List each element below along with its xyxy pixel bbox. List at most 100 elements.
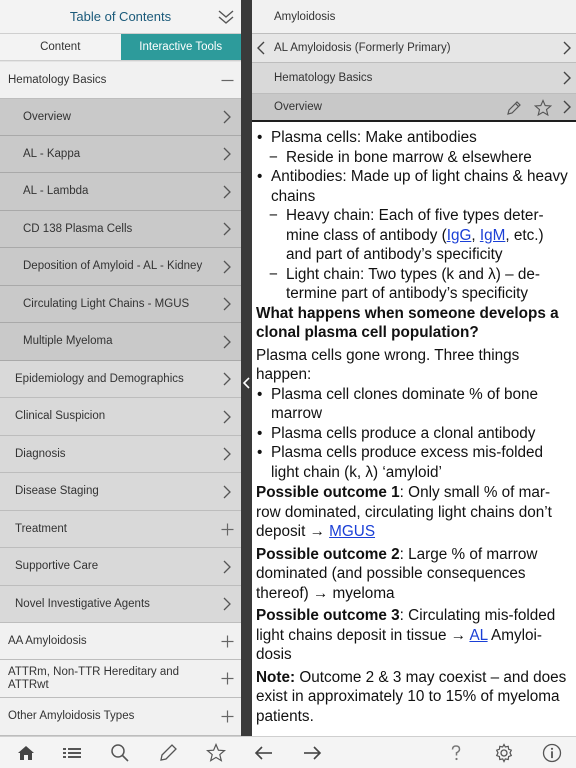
chevron-right-icon[interactable] [213, 473, 241, 510]
toc-item[interactable]: Epidemiology and Demographics [0, 361, 241, 398]
toc-item[interactable]: Multiple Myeloma [0, 323, 241, 361]
chevron-right-icon[interactable] [562, 99, 572, 115]
chevron-right-icon[interactable] [213, 361, 241, 397]
link-igm[interactable]: IgM [480, 227, 506, 244]
link-al[interactable]: AL [469, 627, 487, 644]
minus-icon[interactable] [213, 62, 241, 98]
gear-icon[interactable] [494, 743, 514, 763]
collapse-chevron-icon[interactable] [217, 7, 235, 27]
star-icon[interactable] [206, 743, 226, 763]
chevron-right-icon[interactable] [213, 323, 241, 360]
chevron-right-icon[interactable] [213, 286, 241, 322]
breadcrumb-label: Hematology Basics [274, 72, 373, 84]
toc-item[interactable]: AL - Lambda [0, 173, 241, 211]
chevron-right-icon[interactable] [213, 173, 241, 210]
table-of-contents-panel: Table of Contents Content Interactive To… [0, 0, 241, 736]
chevron-right-icon[interactable] [213, 248, 241, 285]
breadcrumb-label: Amyloidosis [274, 10, 336, 23]
toc-item-label: Novel Investigative Agents [15, 597, 150, 610]
back-arrow-icon[interactable] [254, 743, 274, 763]
chevron-right-icon[interactable] [213, 436, 241, 472]
toc-item[interactable]: ATTRm, Non-TTR Hereditary and ATTRwt [0, 660, 241, 698]
section-heading: What happens when someone develops a clo… [256, 304, 559, 342]
panel-divider[interactable] [241, 0, 252, 736]
plus-icon[interactable] [213, 698, 241, 735]
toc-item-label: Other Amyloidosis Types [8, 710, 135, 723]
toc-item-label: Supportive Care [15, 560, 99, 573]
bullet-text: Light chain: Two types (k and λ) – de-te… [286, 265, 540, 303]
plus-icon[interactable] [213, 623, 241, 659]
toc-item[interactable]: Circulating Light Chains - MGUS [0, 286, 241, 323]
info-icon[interactable] [542, 743, 562, 763]
chevron-right-icon[interactable] [213, 398, 241, 435]
breadcrumb-overview[interactable]: Overview [252, 94, 576, 122]
toc-item[interactable]: Disease Staging [0, 473, 241, 511]
sub-bullet-reside: Reside in bone marrow & elsewhere [256, 148, 572, 168]
bullet-text: Antibodies: Made up of light chains & he… [271, 168, 568, 205]
bullet-text: Plasma cells produce a clonal antibody [271, 424, 536, 442]
chevron-right-icon[interactable] [213, 548, 241, 585]
link-mgus[interactable]: MGUS [329, 523, 375, 540]
home-icon[interactable] [16, 743, 36, 763]
toc-item[interactable]: AA Amyloidosis [0, 623, 241, 660]
bullet-happen-3: Plasma cells produce excess mis-folded l… [256, 443, 572, 482]
star-icon[interactable] [534, 99, 552, 117]
plus-icon[interactable] [213, 511, 241, 547]
link-igg[interactable]: IgG [447, 227, 472, 244]
article-panel: Amyloidosis AL Amyloidosis (Formerly Pri… [252, 0, 576, 736]
toc-item-label: ATTRm, Non-TTR Hereditary and ATTRwt [8, 665, 180, 691]
sub-bullet-heavy-chain: Heavy chain: Each of five types deter-mi… [256, 206, 572, 265]
toc-item[interactable]: CD 138 Plasma Cells [0, 211, 241, 248]
note-label: Note: [256, 668, 296, 686]
outcome-3: Possible outcome 3: Circulating mis-fold… [256, 606, 572, 665]
toc-item-label: AA Amyloidosis [8, 634, 87, 647]
breadcrumb-label: Overview [274, 101, 322, 113]
toc-item[interactable]: Clinical Suspicion [0, 398, 241, 436]
collapse-left-icon[interactable] [242, 376, 251, 390]
outcome-label: Possible outcome 2 [256, 545, 400, 563]
chevron-right-icon[interactable] [213, 99, 241, 135]
bullet-plasma-cells: Plasma cells: Make antibodies [256, 128, 572, 148]
chevron-right-icon[interactable] [213, 586, 241, 622]
chevron-right-icon[interactable] [213, 136, 241, 172]
bullet-antibodies: Antibodies: Made up of light chains & he… [256, 167, 572, 206]
bottom-toolbar [0, 736, 576, 768]
breadcrumb-label: AL Amyloidosis (Formerly Primary) [274, 42, 451, 54]
chevron-right-icon[interactable] [213, 211, 241, 247]
outcome-1: Possible outcome 1: Only small % of mar-… [256, 483, 572, 542]
toc-item[interactable]: Novel Investigative Agents [0, 586, 241, 623]
search-icon[interactable] [110, 743, 130, 763]
forward-arrow-icon[interactable] [302, 743, 322, 763]
chevron-left-icon[interactable] [256, 40, 266, 56]
help-icon[interactable] [446, 743, 466, 763]
breadcrumb-al-amyloidosis[interactable]: AL Amyloidosis (Formerly Primary) [252, 34, 576, 63]
pencil-icon[interactable] [506, 100, 522, 116]
outcome-2: Possible outcome 2: Large % of marrow do… [256, 545, 572, 604]
toc-item[interactable]: AL - Kappa [0, 136, 241, 173]
bullet-text: Reside in bone marrow & elsewhere [286, 148, 532, 166]
breadcrumb-amyloidosis[interactable]: Amyloidosis [252, 0, 576, 34]
toc-item[interactable]: Treatment [0, 511, 241, 548]
bullet-happen-1: Plasma cell clones dominate % of bone ma… [256, 385, 572, 424]
toc-item-label: Treatment [15, 522, 67, 535]
tab-content[interactable]: Content [0, 34, 121, 60]
pencil-icon[interactable] [158, 743, 178, 763]
bullet-text: , [471, 226, 480, 244]
toc-item-label: AL - Kappa [23, 147, 81, 160]
chevron-right-icon[interactable] [562, 40, 572, 56]
toc-item-label: Disease Staging [15, 485, 99, 498]
toc-item[interactable]: Diagnosis [0, 436, 241, 473]
toc-title: Table of Contents [69, 9, 172, 24]
toc-item[interactable]: Hematology Basics [0, 62, 241, 99]
chevron-right-icon[interactable] [562, 70, 572, 86]
toc-item[interactable]: Supportive Care [0, 548, 241, 586]
toc-item-label: Epidemiology and Demographics [15, 372, 184, 385]
toc-item[interactable]: Other Amyloidosis Types [0, 698, 241, 736]
toc-item[interactable]: Deposition of Amyloid - AL - Kidney [0, 248, 241, 286]
plus-icon[interactable] [213, 660, 241, 697]
sub-bullet-light-chain: Light chain: Two types (k and λ) – de-te… [256, 265, 572, 304]
tab-interactive-tools[interactable]: Interactive Tools [120, 34, 241, 60]
toc-item[interactable]: Overview [0, 99, 241, 136]
list-icon[interactable] [62, 743, 82, 763]
breadcrumb-hematology-basics[interactable]: Hematology Basics [252, 63, 576, 94]
